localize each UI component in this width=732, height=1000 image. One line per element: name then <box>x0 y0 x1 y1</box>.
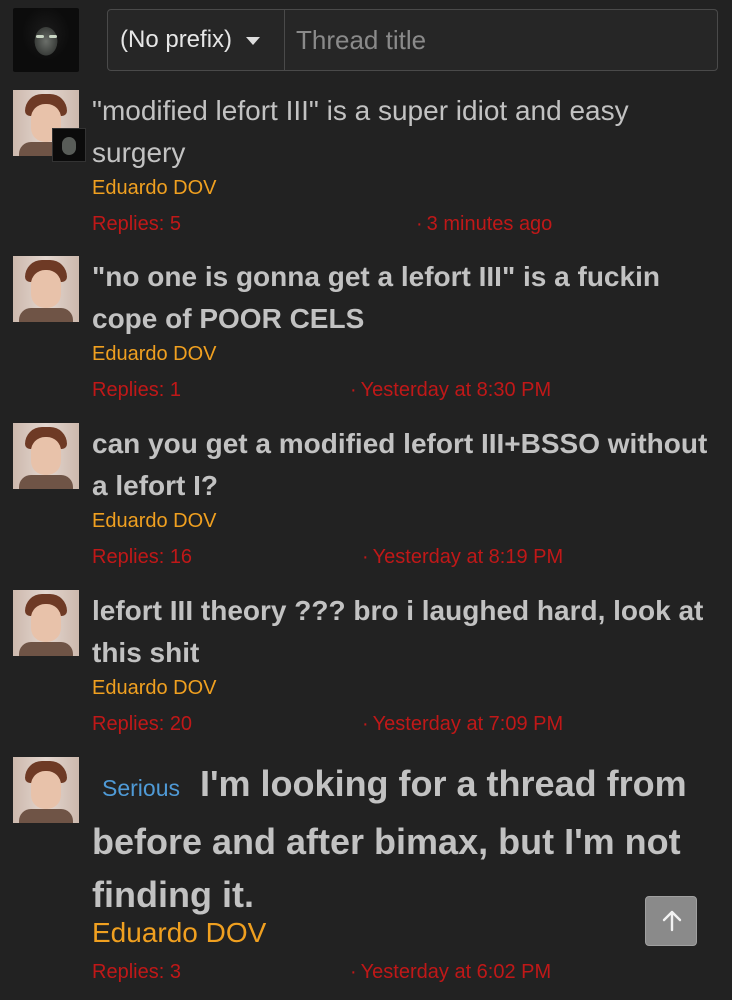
scroll-to-top-button[interactable] <box>645 896 697 946</box>
prefix-select-value: (No prefix) <box>120 26 233 53</box>
current-user-avatar[interactable] <box>13 8 79 72</box>
thread-author[interactable]: Eduardo DOV <box>92 510 217 533</box>
reply-count: Replies: 5 <box>92 213 181 235</box>
thread-author[interactable]: Eduardo DOV <box>92 177 217 200</box>
thread-date[interactable]: · Yesterday at 8:19 PM <box>362 546 563 569</box>
thread-item: "no one is gonna get a lefort III" is a … <box>0 256 732 406</box>
prefix-badge[interactable]: Serious <box>102 775 180 801</box>
author-avatar[interactable] <box>13 423 79 489</box>
thread-title-link[interactable]: Serious I'm looking for a thread from bef… <box>92 757 712 921</box>
thread-date[interactable]: · 3 minutes ago <box>416 213 552 236</box>
thread-author[interactable]: Eduardo DOV <box>92 917 266 949</box>
thread-title-link[interactable]: "modified lefort III" is a super idiot a… <box>92 90 712 174</box>
thread-item: Serious I'm looking for a thread from bef… <box>0 757 732 997</box>
new-thread-bar: (No prefix) <box>0 0 732 80</box>
author-avatar[interactable] <box>13 256 79 322</box>
reply-count: Replies: 1 <box>92 379 181 401</box>
reply-count: Replies: 20 <box>92 713 193 735</box>
author-avatar[interactable] <box>13 590 79 656</box>
thread-title-input[interactable] <box>286 10 716 70</box>
reply-count: Replies: 3 <box>92 961 181 983</box>
thread-author[interactable]: Eduardo DOV <box>92 343 217 366</box>
reply-count: Replies: 16 <box>92 546 193 568</box>
thread-date[interactable]: · Yesterday at 8:30 PM <box>350 379 551 402</box>
author-avatar[interactable] <box>13 757 79 823</box>
thread-date[interactable]: · Yesterday at 7:09 PM <box>362 713 563 736</box>
thread-item: can you get a modified lefort III+BSSO w… <box>0 423 732 573</box>
thread-title-text: I'm looking for a thread from before and… <box>92 763 687 915</box>
thread-item: "modified lefort III" is a super idiot a… <box>0 90 732 240</box>
caret-down-icon <box>246 37 261 45</box>
arrow-up-icon <box>662 910 682 932</box>
thread-title-field: (No prefix) <box>107 9 718 71</box>
thread-title-link[interactable]: lefort III theory ??? bro i laughed hard… <box>92 590 712 674</box>
thread-date[interactable]: · Yesterday at 6:02 PM <box>350 961 551 984</box>
prefix-select[interactable]: (No prefix) <box>108 10 285 70</box>
thread-title-link[interactable]: "no one is gonna get a lefort III" is a … <box>92 256 712 340</box>
thread-title-link[interactable]: can you get a modified lefort III+BSSO w… <box>92 423 712 507</box>
thread-item: lefort III theory ??? bro i laughed hard… <box>0 590 732 740</box>
last-poster-avatar[interactable] <box>52 128 86 162</box>
thread-author[interactable]: Eduardo DOV <box>92 677 217 700</box>
